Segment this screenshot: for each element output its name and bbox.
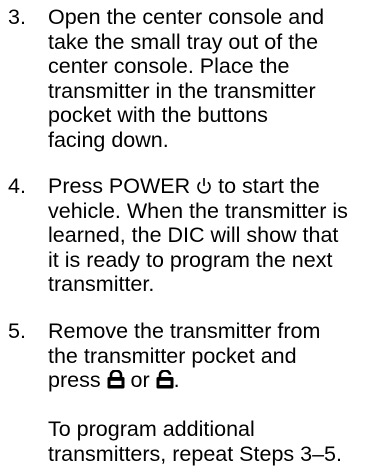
step-number: 5. [8,319,26,343]
step-text: Press POWER to start the vehicle. When t… [48,174,388,297]
step-line: Open the center console and [48,5,325,29]
step-line: learned, the DIC will show that [48,223,339,247]
step-line: it is ready to program the next [48,247,333,272]
step-line: vehicle. When the transmitter is [48,198,348,223]
step-line: facing down. [48,127,169,152]
step-text-fragment: to start the [212,174,320,198]
step-number: 3. [8,5,26,29]
step-line: take the small tray out of the [48,29,319,54]
step-text: Remove the transmitter from the transmit… [48,319,388,393]
step-line: transmitter. [48,272,155,296]
unlock-icon [156,370,174,389]
step-text: Open the center console and take the sma… [48,5,388,152]
additional-transmitters-note: To program additional transmitters, repe… [48,417,342,466]
step-text-fragment: . [173,368,180,392]
step-line: transmitter in the transmitter [48,78,316,103]
step-number: 4. [8,174,26,198]
step-line: Press POWER to start the [48,174,388,199]
step-text-fragment: Press POWER [48,174,197,198]
power-icon [197,178,211,194]
step-line: pocket with the buttons [48,103,268,127]
note-line: To program additional [48,417,255,441]
step-text-fragment: or [124,368,156,392]
step-line: Remove the transmitter from [48,319,321,343]
step-line: press or . [48,368,388,393]
step-line: center console. Place the [48,54,290,78]
lock-icon [107,370,125,389]
note-line: transmitters, repeat Steps 3–5. [48,441,342,466]
step-text-fragment: press [48,368,107,392]
step-line: the transmitter pocket and [48,343,297,368]
